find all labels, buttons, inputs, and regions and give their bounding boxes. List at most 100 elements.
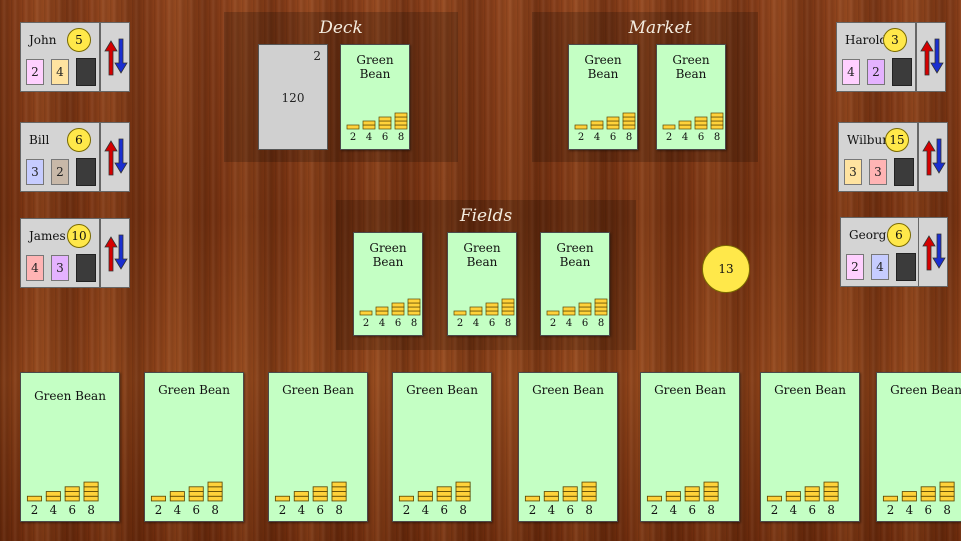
bean-ladder-icon: 2468 [453, 298, 515, 329]
hand-card[interactable]: Green Bean 2 4 6 8 [392, 372, 492, 522]
coin-stack-icon [710, 112, 724, 118]
coin-stack-icon [83, 490, 99, 497]
hand-card[interactable]: Green Bean 2 4 6 8 [518, 372, 618, 522]
hand-card[interactable]: Green Bean 2 4 6 8 [20, 372, 120, 522]
fields-zone-title: Fields [459, 206, 513, 226]
coin-stack-icon [594, 302, 608, 308]
market-card[interactable]: Green Bean 2 4 6 8 [656, 44, 726, 150]
card-name: Green Bean [672, 53, 710, 81]
coin-stack-icon [543, 490, 559, 497]
trade-arrows-button[interactable] [100, 122, 130, 192]
coin-stack-icon [694, 124, 708, 130]
ladder-label: 2 [887, 503, 895, 515]
deck-pile[interactable]: 2 120 [258, 44, 328, 150]
market-zone-title: Market [628, 18, 692, 38]
field-card[interactable]: Green Bean 2 4 6 8 [540, 232, 610, 336]
bean-ladder-icon: 2468 [662, 112, 724, 143]
ladder-label: 8 [626, 132, 632, 141]
coin-stack-icon [901, 490, 917, 497]
coin-stack-icon [207, 481, 223, 488]
coin-stack-icon [501, 306, 515, 312]
bean-ladder-icon: 2468 [882, 481, 955, 517]
ladder-label: 2 [31, 503, 39, 515]
ladder-label: 2 [279, 503, 287, 515]
coin-stack-icon [662, 124, 676, 130]
coin-stack-icon [622, 120, 636, 126]
player-hand-card: 4 [51, 59, 69, 85]
coin-stack-icon [391, 302, 405, 308]
coin-stack-icon [359, 310, 373, 316]
coin-stack-icon [312, 490, 328, 497]
coin-stack-icon [581, 481, 597, 488]
coin-stack-icon [578, 310, 592, 316]
coin-stack-icon [646, 495, 662, 502]
coin-stack-icon [188, 495, 204, 502]
ladder-label: 4 [906, 503, 914, 515]
coin-stack-icon [665, 490, 681, 497]
player-hidden-card [76, 254, 96, 282]
ladder-label: 2 [529, 503, 537, 515]
hand-card[interactable]: Green Bean 2 4 6 8 [268, 372, 368, 522]
coin-stack-icon [274, 495, 290, 502]
coin-stack-icon [64, 486, 80, 492]
player-hidden-card [76, 58, 96, 86]
ladder-label: 4 [174, 503, 182, 515]
bean-ladder-icon: 2468 [346, 112, 408, 143]
ladder-label: 6 [924, 503, 932, 515]
coin-stack-icon [485, 306, 499, 312]
player-hand-card: 2 [846, 254, 864, 280]
trade-arrows-button[interactable] [916, 22, 946, 92]
player-hand-card: 2 [867, 59, 885, 85]
field-card[interactable]: Green Bean 2 4 6 8 [353, 232, 423, 336]
ladder-label: 4 [548, 503, 556, 515]
ladder-label: 6 [566, 503, 574, 515]
hand-card[interactable]: Green Bean 2 4 6 8 [760, 372, 860, 522]
field-card[interactable]: Green Bean 2 4 6 8 [447, 232, 517, 336]
deck-top-card[interactable]: Green Bean 2 4 6 8 [340, 44, 410, 150]
player-coin-count: 10 [67, 224, 91, 248]
ladder-label: 8 [411, 318, 417, 327]
hand-card[interactable]: Green Bean 2 4 6 8 [144, 372, 244, 522]
coin-stack-icon [703, 490, 719, 497]
trade-arrows-button[interactable] [918, 217, 948, 287]
trade-arrows-button[interactable] [918, 122, 948, 192]
player-hand-card: 4 [26, 255, 44, 281]
ladder-label: 8 [87, 503, 95, 515]
player-hand-card: 3 [26, 159, 44, 185]
ladder-label: 4 [566, 318, 572, 327]
coin-stack-icon [378, 120, 392, 126]
coin-stack-icon [710, 124, 724, 130]
player-hidden-card [896, 253, 916, 281]
ladder-label: 6 [68, 503, 76, 515]
ladder-label: 2 [155, 503, 163, 515]
ladder-label: 2 [363, 318, 369, 327]
coin-stack-icon [804, 490, 820, 497]
coin-stack-icon [606, 120, 620, 126]
coin-stack-icon [455, 486, 471, 492]
coin-stack-icon [293, 490, 309, 497]
hand-card[interactable]: Green Bean 2 4 6 8 [876, 372, 961, 522]
hand-card[interactable]: Green Bean 2 4 6 8 [640, 372, 740, 522]
coin-stack-icon [407, 302, 421, 308]
ladder-label: 8 [505, 318, 511, 327]
coin-stack-icon [207, 486, 223, 492]
coin-stack-icon [188, 486, 204, 492]
coin-stack-icon [501, 298, 515, 304]
bean-ladder-icon: 2468 [524, 481, 597, 517]
player-coin-count: 6 [67, 128, 91, 152]
market-card[interactable]: Green Bean 2 4 6 8 [568, 44, 638, 150]
trade-arrows-button[interactable] [100, 218, 130, 288]
up-down-arrows-icon [104, 138, 128, 176]
coin-stack-icon [590, 124, 604, 130]
coin-stack-icon [684, 490, 700, 497]
coin-stack-icon [331, 481, 347, 488]
coin-stack-icon [207, 490, 223, 497]
coin-stack-icon [785, 495, 801, 502]
player-name: Harold [845, 33, 888, 47]
coin-stack-icon [823, 486, 839, 492]
trade-arrows-button[interactable] [100, 22, 130, 92]
card-name: Green Bean [369, 241, 407, 269]
ladder-label: 8 [335, 503, 343, 515]
player-hand-card: 2 [26, 59, 44, 85]
coin-stack-icon [703, 481, 719, 488]
